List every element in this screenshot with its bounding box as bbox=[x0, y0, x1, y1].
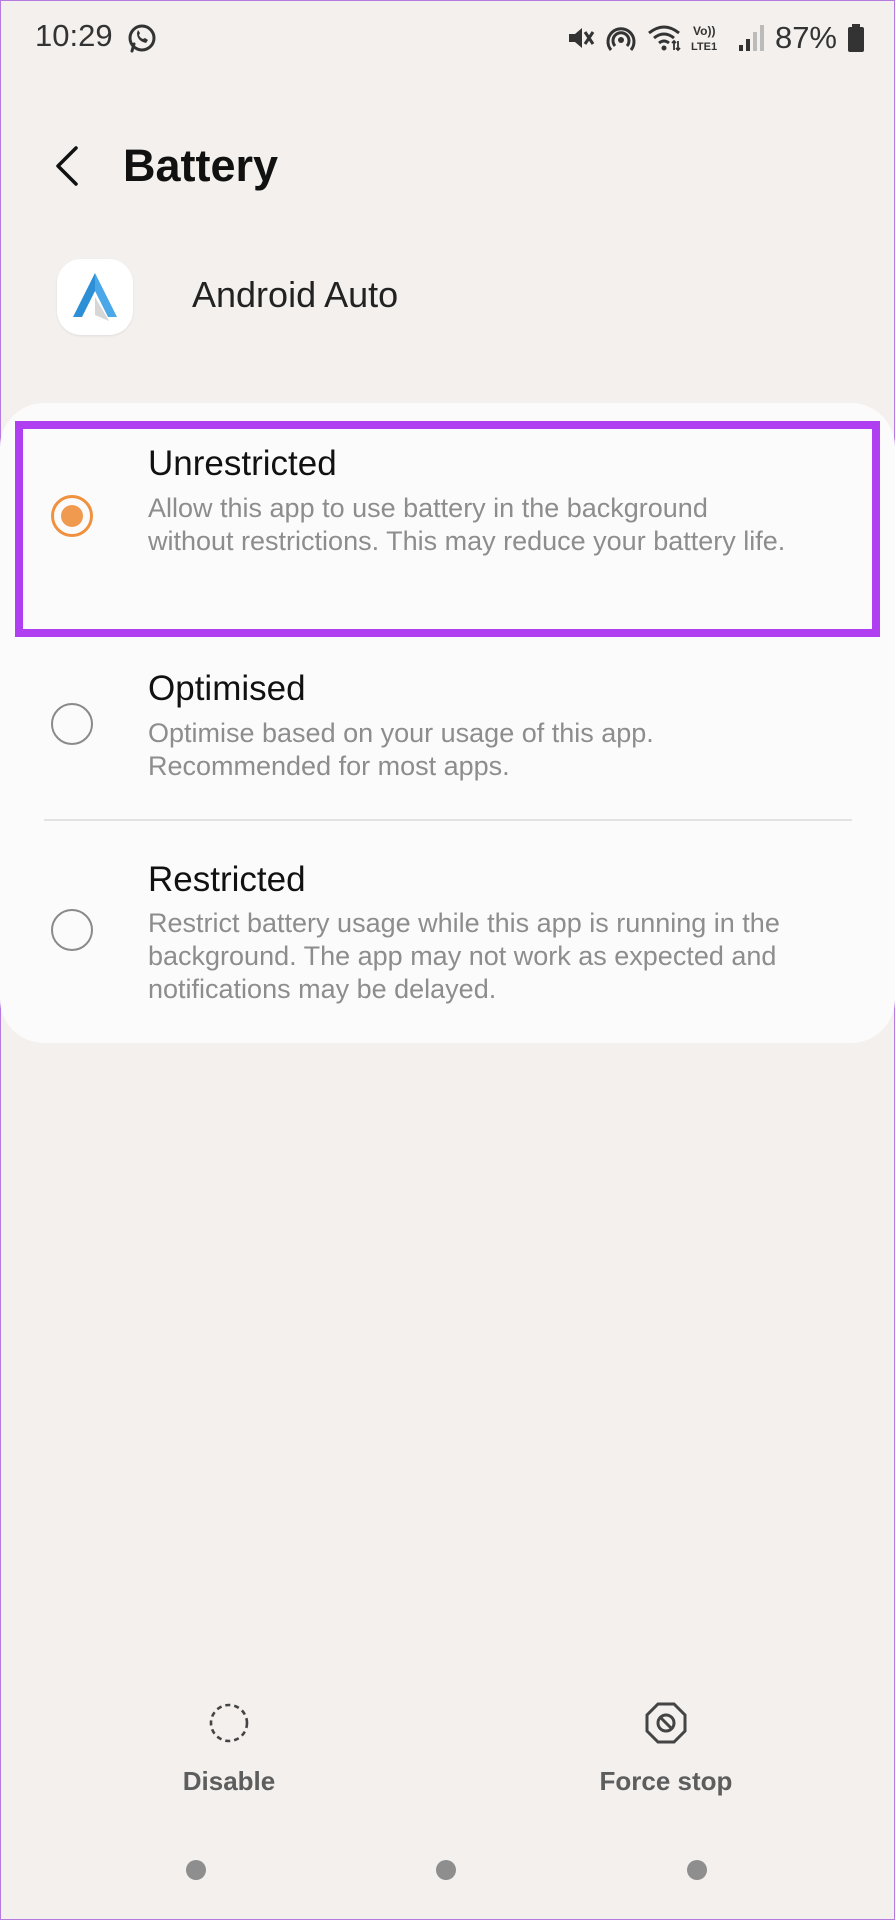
signal-icon bbox=[738, 25, 764, 51]
divider bbox=[44, 819, 852, 821]
option-title-restricted: Restricted bbox=[148, 860, 306, 899]
page-title: Battery bbox=[123, 140, 279, 191]
disable-icon bbox=[209, 1703, 249, 1743]
status-bar: 10:29 Vo)) LTE1 87% bbox=[0, 0, 895, 76]
option-title-unrestricted: Unrestricted bbox=[148, 444, 337, 483]
mute-icon bbox=[568, 28, 595, 48]
battery-percent: 87% bbox=[774, 20, 837, 55]
option-desc-optimised: Optimise based on your usage of this app… bbox=[148, 718, 654, 781]
radio-restricted[interactable] bbox=[51, 909, 93, 951]
volte-icon: Vo)) LTE1 bbox=[691, 24, 717, 53]
status-time: 10:29 bbox=[35, 18, 113, 53]
radio-unrestricted[interactable] bbox=[51, 495, 93, 537]
whatsapp-icon bbox=[128, 24, 156, 53]
back-arrow-icon[interactable] bbox=[44, 140, 96, 192]
android-auto-icon bbox=[57, 259, 133, 335]
svg-text:LTE1: LTE1 bbox=[691, 41, 717, 53]
battery-icon bbox=[848, 24, 864, 52]
force-stop-button[interactable]: Force stop bbox=[566, 1700, 766, 1797]
radio-optimised[interactable] bbox=[51, 703, 93, 745]
wifi-icon bbox=[648, 25, 681, 52]
disable-label: Disable bbox=[182, 1766, 276, 1796]
force-stop-label: Force stop bbox=[599, 1766, 733, 1796]
nav-back-button[interactable] bbox=[687, 1860, 707, 1880]
app-name: Android Auto bbox=[192, 274, 399, 315]
option-desc-restricted: Restrict battery usage while this app is… bbox=[148, 908, 780, 1004]
nav-home-button[interactable] bbox=[436, 1860, 456, 1880]
option-title-optimised: Optimised bbox=[148, 669, 306, 708]
hotspot-icon bbox=[606, 27, 636, 51]
option-desc-unrestricted: Allow this app to use battery in the bac… bbox=[148, 493, 786, 556]
svg-text:Vo)): Vo)) bbox=[693, 24, 715, 38]
disable-button[interactable]: Disable bbox=[129, 1700, 329, 1797]
nav-recents-button[interactable] bbox=[186, 1860, 206, 1880]
force-stop-icon bbox=[645, 1702, 687, 1744]
